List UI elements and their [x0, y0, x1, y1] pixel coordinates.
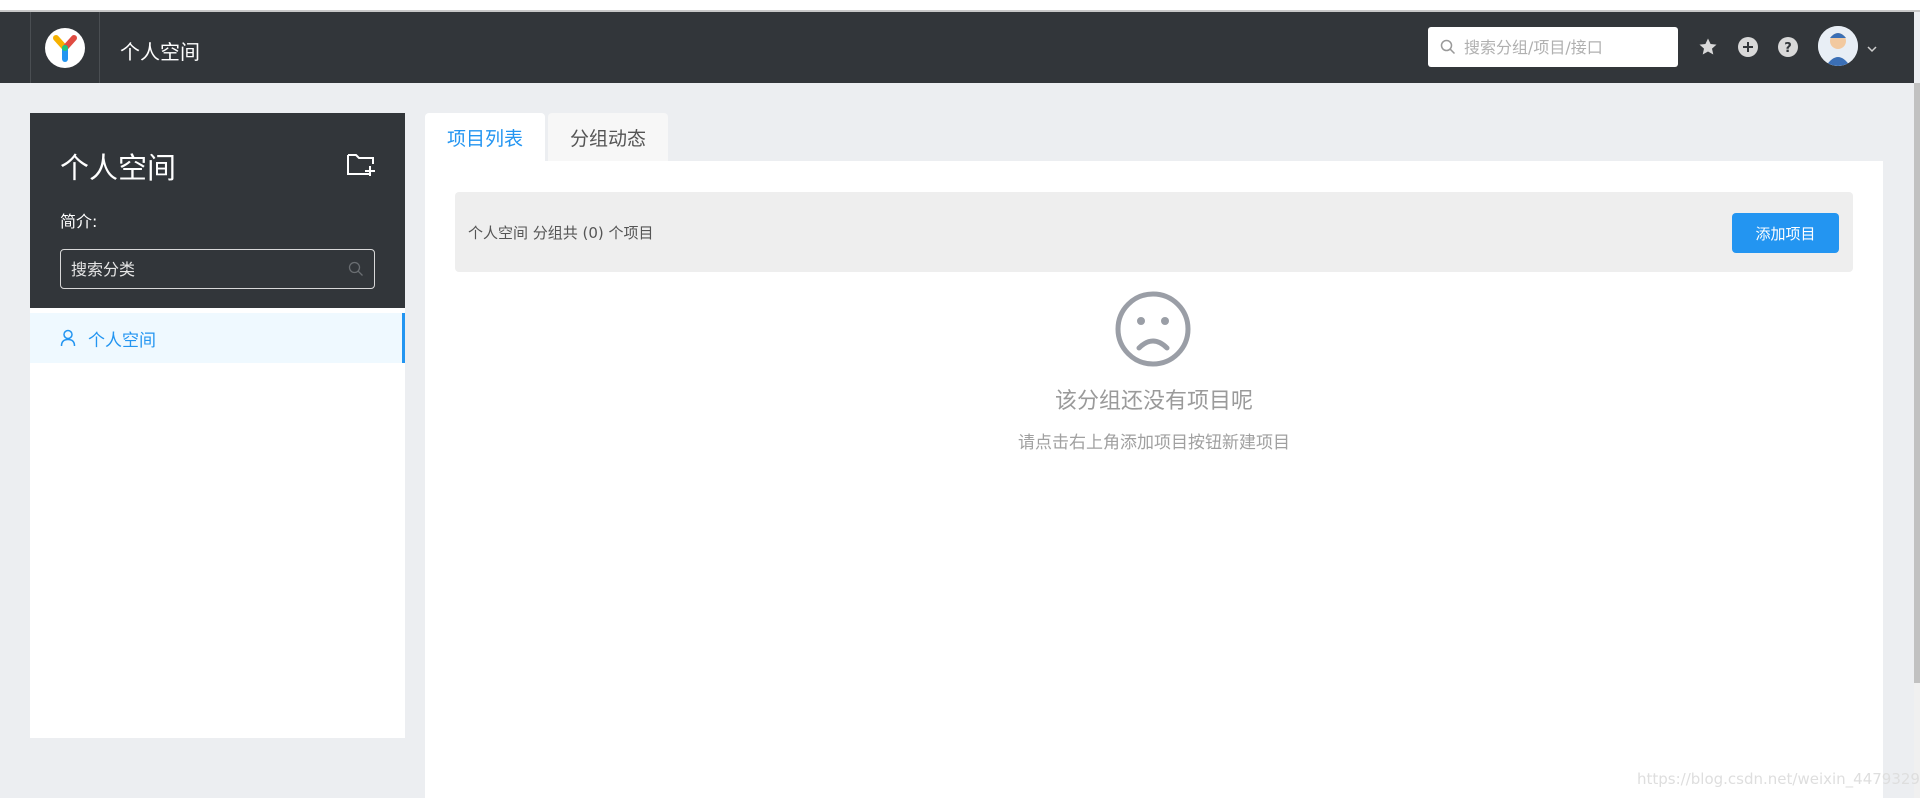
sidebar-item-personal-space[interactable]: 个人空间: [30, 313, 405, 363]
yapi-logo[interactable]: [45, 27, 85, 68]
plus-circle-icon[interactable]: [1736, 35, 1760, 59]
global-search[interactable]: [1428, 27, 1678, 67]
category-search[interactable]: [60, 249, 375, 289]
top-navbar: 个人空间 ?: [0, 12, 1914, 83]
avatar-icon: [1818, 26, 1858, 66]
group-intro-label: 简介:: [60, 212, 98, 231]
page-scrollbar[interactable]: [1914, 83, 1920, 798]
svg-text:?: ?: [1784, 41, 1792, 56]
search-icon: [348, 261, 363, 276]
group-sidebar: 个人空间 简介: 个人空间: [30, 113, 405, 738]
empty-state-title: 该分组还没有项目呢: [1054, 389, 1253, 414]
sidebar-header: 个人空间 简介:: [30, 113, 405, 308]
user-icon: [60, 329, 76, 347]
group-title: 个人空间: [60, 151, 177, 185]
star-icon[interactable]: [1696, 35, 1720, 59]
global-search-input[interactable]: [1464, 37, 1664, 57]
breadcrumb-title: 个人空间: [120, 40, 200, 64]
chevron-down-icon[interactable]: [1866, 40, 1878, 59]
top-border: [0, 0, 1920, 12]
tab-group-activity[interactable]: 分组动态: [548, 113, 668, 161]
scrollbar-thumb[interactable]: [1914, 83, 1920, 683]
project-count-text: 个人空间 分组共 (0) 个项目: [468, 224, 654, 242]
sad-face-icon: [1114, 290, 1192, 372]
add-project-button[interactable]: 添加项目: [1732, 213, 1839, 253]
category-search-input[interactable]: [71, 259, 348, 279]
user-avatar[interactable]: [1818, 26, 1858, 66]
logo-container[interactable]: [30, 12, 100, 83]
folder-add-icon[interactable]: [346, 151, 376, 181]
help-icon[interactable]: ?: [1776, 35, 1800, 59]
project-list-panel: 个人空间 分组共 (0) 个项目 添加项目 该分组还没有项目呢 请点击右上角添加…: [425, 161, 1883, 798]
empty-state-subtitle: 请点击右上角添加项目按钮新建项目: [1018, 433, 1290, 453]
watermark-text: https://blog.csdn.net/weixin_44793294: [1637, 770, 1920, 788]
sidebar-item-label: 个人空间: [88, 330, 156, 351]
search-icon: [1440, 39, 1456, 55]
tab-project-list[interactable]: 项目列表: [425, 113, 545, 161]
project-summary-bar: 个人空间 分组共 (0) 个项目 添加项目: [455, 192, 1853, 272]
logo-icon: [53, 34, 77, 62]
